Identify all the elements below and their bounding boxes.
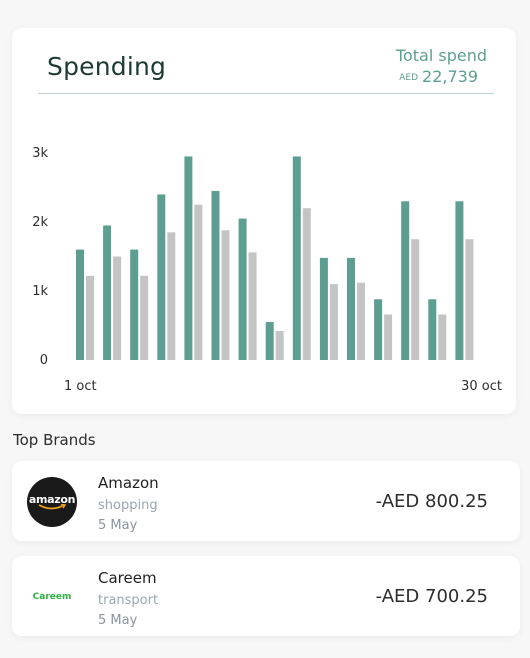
bar-primary (103, 225, 112, 360)
bar-primary (455, 201, 464, 360)
brand-name: Careem (98, 569, 157, 587)
bar-primary (401, 201, 410, 360)
bar-secondary (438, 314, 447, 360)
brand-category: shopping (98, 498, 158, 513)
bar-primary (292, 156, 301, 360)
bar-secondary (302, 208, 311, 360)
bar-secondary (384, 314, 393, 360)
bar-primary (157, 194, 166, 360)
x-start-label: 1 oct (64, 379, 97, 394)
careem-logo-text: Careem (32, 592, 72, 602)
bar-secondary (357, 282, 365, 360)
bar-primary (211, 190, 220, 360)
brand-amount: -AED 700.25 (375, 586, 488, 607)
bar-secondary (411, 239, 420, 360)
bar-primary (428, 299, 437, 360)
bar-primary (76, 249, 84, 360)
bar-secondary (221, 230, 230, 360)
careem-logo: Careem (27, 572, 77, 622)
bar-primary (319, 257, 328, 360)
bar-primary (265, 322, 274, 360)
brand-name: Amazon (98, 474, 159, 492)
y-tick-label: 2k (32, 215, 48, 230)
brand-amount: -AED 800.25 (375, 491, 488, 512)
bar-primary (184, 156, 193, 360)
brand-card-careem[interactable]: Careem Careem transport 5 May -AED 700.2… (12, 556, 520, 636)
brand-category: transport (98, 593, 159, 608)
y-tick-label: 3k (32, 146, 48, 161)
bar-secondary (329, 284, 338, 360)
bar-secondary (86, 275, 94, 360)
brand-date: 5 May (98, 613, 138, 628)
bar-secondary (140, 275, 149, 360)
bar-secondary (167, 232, 176, 360)
brand-card-amazon[interactable]: amazon Amazon shopping 5 May -AED 800.25 (12, 461, 520, 541)
y-tick-label: 1k (32, 284, 48, 299)
bar-secondary (465, 239, 474, 360)
bar-primary (374, 299, 383, 360)
y-tick-label: 0 (40, 353, 48, 368)
bar-primary (130, 249, 139, 360)
bar-secondary (248, 252, 257, 360)
spending-bar-chart: 0 1k 2k 3k 1 oct 30 oct (32, 146, 502, 394)
amazon-smile-icon (38, 504, 67, 510)
bar-primary (347, 257, 355, 360)
x-end-label: 30 oct (461, 379, 502, 394)
amazon-logo: amazon (27, 477, 77, 527)
top-brands-title: Top Brands (13, 431, 96, 449)
bar-secondary (275, 331, 284, 360)
brand-date: 5 May (98, 518, 138, 533)
bar-primary (238, 218, 247, 360)
bar-secondary (113, 256, 122, 360)
bar-secondary (194, 204, 203, 360)
spending-card: Spending Total spend AED 22,739 0 1k 2k 3k 1 … (12, 28, 516, 414)
